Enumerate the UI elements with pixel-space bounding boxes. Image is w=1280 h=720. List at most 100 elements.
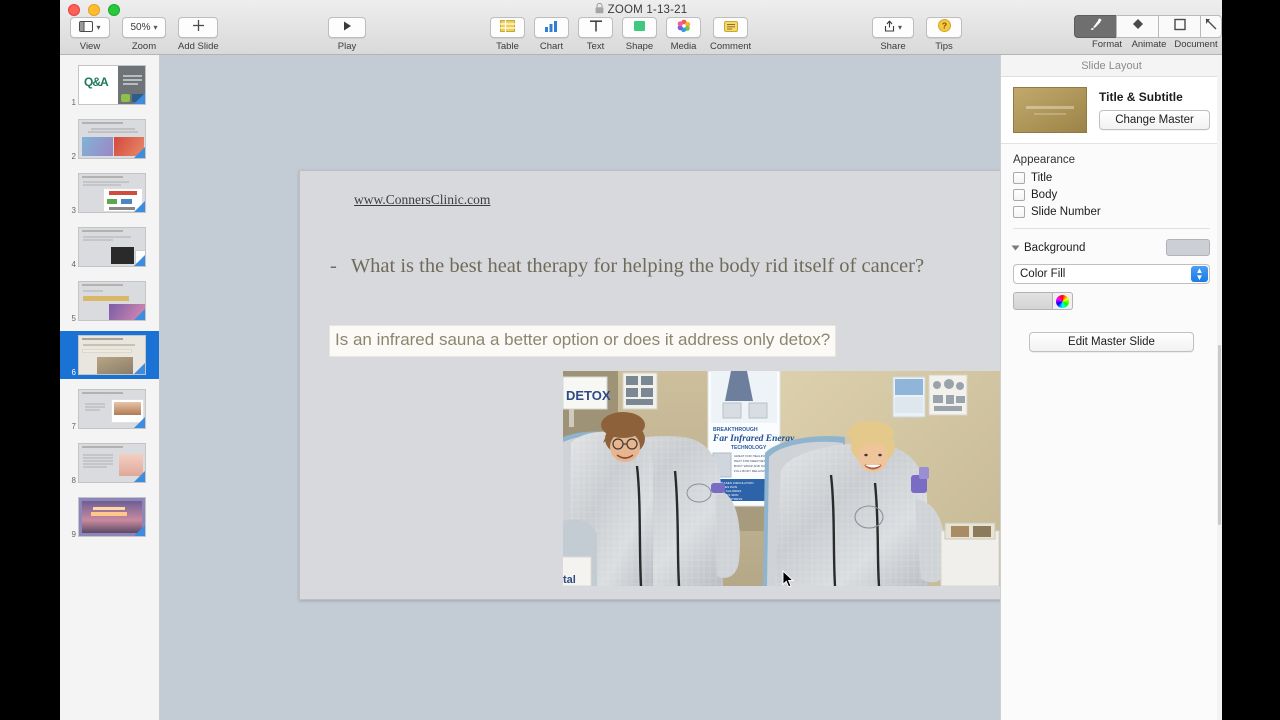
share-button[interactable]: ▾ Share [872, 17, 914, 52]
play-button[interactable]: Play [328, 17, 366, 52]
shape-square-icon [633, 19, 646, 37]
tips-button[interactable]: ? Tips [926, 17, 962, 52]
lock-icon [595, 2, 604, 17]
format-inspector[interactable]: Slide Layout Title & Subtitle Change Mas… [1000, 55, 1222, 720]
change-master-button[interactable]: Change Master [1099, 110, 1210, 130]
question-mark-icon: ? [937, 18, 951, 37]
nav-slide-8[interactable]: 8 [60, 439, 159, 487]
tab-setup[interactable] [1200, 15, 1222, 38]
share-label: Share [880, 41, 906, 52]
add-slide-button[interactable]: Add Slide [178, 17, 219, 52]
appearance-slide-number-label: Slide Number [1031, 206, 1101, 218]
view-button[interactable]: ▾ View [70, 17, 110, 52]
slide-thumbnail [78, 119, 146, 159]
nav-slide-7[interactable]: 7 [60, 385, 159, 433]
photo-corner-text: tal [563, 574, 576, 586]
tab-format[interactable] [1074, 15, 1116, 38]
letterbox-right [1222, 0, 1280, 720]
slide-navigator[interactable]: 1 Q&A 2 3 4 5 6 7 8 9 [60, 55, 160, 720]
comment-label: Comment [710, 41, 752, 52]
table-icon [500, 19, 515, 37]
nav-slide-1[interactable]: 1 Q&A [60, 61, 159, 109]
banner-line1: BREAKTHROUGH [713, 427, 758, 433]
inspector-scrollbar[interactable] [1217, 55, 1222, 720]
appearance-body-row[interactable]: Body [1013, 189, 1210, 201]
text-button[interactable]: Text [578, 17, 613, 52]
background-section-header[interactable]: Background [1011, 239, 1210, 256]
nav-slide-9[interactable]: 9 [60, 493, 159, 541]
nav-slide-5[interactable]: 5 [60, 277, 159, 325]
view-panels-icon [79, 19, 94, 37]
checkbox-body[interactable] [1013, 189, 1025, 201]
slide-question-block[interactable]: - What is the best heat therapy for help… [330, 253, 1000, 280]
background-preview-swatch[interactable] [1166, 239, 1210, 256]
slide-highlighted-text[interactable]: Is an infrared sauna a better option or … [329, 325, 837, 357]
document-square-icon [1173, 18, 1187, 36]
background-color-chip[interactable] [1013, 292, 1053, 310]
diamond-icon [1131, 17, 1145, 36]
background-fill-select[interactable]: Color Fill ▲ ▼ [1013, 264, 1210, 284]
slide-thumbnail [78, 443, 146, 483]
nav-slide-6[interactable]: 6 [60, 331, 159, 379]
slide-thumbnail [78, 281, 146, 321]
table-button[interactable]: Table [490, 17, 525, 52]
shape-button[interactable]: Shape [622, 17, 657, 52]
checkbox-title[interactable] [1013, 172, 1025, 184]
slide-url-text: www.ConnersClinic.com [354, 192, 491, 207]
nav-slide-2[interactable]: 2 [60, 115, 159, 163]
media-photos-icon [677, 19, 691, 37]
background-color-row[interactable] [1013, 292, 1210, 310]
mouse-cursor [782, 569, 795, 594]
svg-text:DETOX: DETOX [566, 388, 611, 403]
slide-number: 6 [71, 368, 76, 377]
media-button[interactable]: Media [666, 17, 701, 52]
stepper-arrows-icon[interactable]: ▲ ▼ [1191, 266, 1208, 282]
infrared-sauna-photo[interactable]: DETOX BREAKTHROUGH Far Infrared Energy T… [563, 371, 1000, 586]
slide-thumbnail [76, 333, 148, 377]
slide-canvas[interactable]: www.ConnersClinic.com - What is the best… [160, 55, 1000, 720]
banner-line2: Far Infrared Energy [712, 434, 795, 444]
svg-text:?: ? [941, 20, 946, 30]
slide-number: 5 [71, 314, 76, 323]
zoom-button[interactable]: 50% ▾ Zoom [122, 17, 166, 52]
chart-button[interactable]: Chart [534, 17, 569, 52]
background-fill-value: Color Fill [1020, 268, 1066, 280]
toolbar-left-group: ▾ View 50% ▾ Zoom Add Slide [70, 17, 219, 52]
color-wheel-icon[interactable] [1053, 292, 1073, 310]
appearance-title-row[interactable]: Title [1013, 172, 1210, 184]
banner-line3: TECHNOLOGY [731, 445, 767, 451]
inspector-tab-group [1074, 15, 1222, 38]
nav-slide-4[interactable]: 4 [60, 223, 159, 271]
slide-question-text: What is the best heat therapy for helpin… [350, 255, 925, 277]
share-arrow-icon [884, 19, 895, 37]
appearance-label: Appearance [1013, 154, 1076, 166]
tab-document-label: Document [1174, 39, 1218, 50]
screen: ZOOM 1-13-21 ▾ View 50% ▾ Zoom Add Slide… [0, 0, 1280, 720]
edit-master-slide-button[interactable]: Edit Master Slide [1029, 332, 1194, 352]
zoom-value: 50% [130, 22, 151, 33]
slide-corner-marker [134, 93, 145, 104]
disclosure-triangle-icon[interactable] [1011, 245, 1020, 250]
tab-document[interactable] [1158, 15, 1200, 38]
checkbox-slide-number[interactable] [1013, 206, 1025, 218]
keynote-window: ZOOM 1-13-21 ▾ View 50% ▾ Zoom Add Slide… [60, 0, 1222, 720]
current-slide[interactable]: www.ConnersClinic.com - What is the best… [299, 170, 1000, 600]
master-thumbnail[interactable] [1013, 87, 1087, 133]
appearance-slide-number-row[interactable]: Slide Number [1013, 206, 1210, 218]
divider [1013, 228, 1210, 229]
chevron-down-icon: ▾ [153, 22, 158, 32]
comment-button[interactable]: Comment [710, 17, 751, 52]
nav-slide-3[interactable]: 3 [60, 169, 159, 217]
tab-animate[interactable] [1116, 15, 1158, 38]
chevron-down-icon: ▾ [96, 22, 101, 32]
slide-thumbnail [78, 227, 146, 267]
ruler-icon [1205, 18, 1217, 36]
tips-label: Tips [935, 41, 953, 52]
play-label: Play [337, 41, 357, 52]
toolbar-insert-group: Table Chart Text Shape Media Comment [490, 17, 751, 52]
bullet-marker: - [330, 255, 337, 277]
table-label: Table [496, 41, 519, 52]
slide-number: 4 [71, 260, 76, 269]
toolbar: ZOOM 1-13-21 ▾ View 50% ▾ Zoom Add Slide… [60, 0, 1222, 55]
background-label: Background [1024, 241, 1086, 254]
